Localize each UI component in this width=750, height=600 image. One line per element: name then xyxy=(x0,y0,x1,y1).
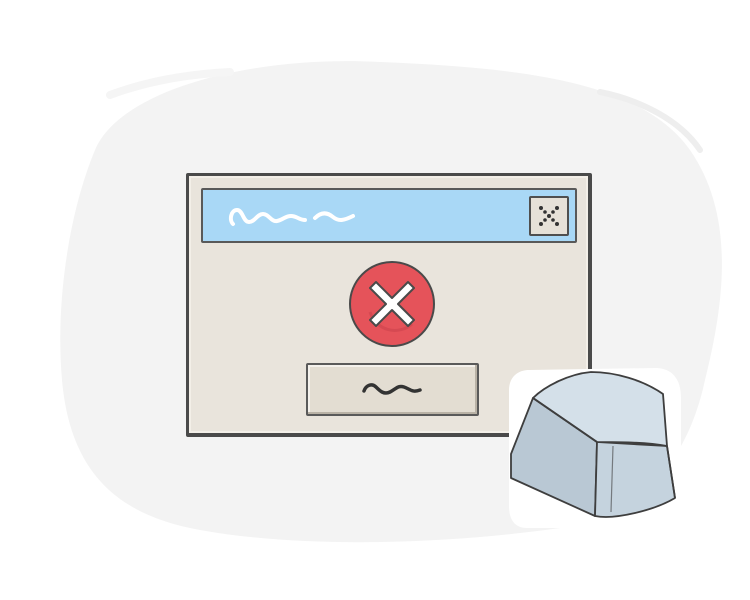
keyboard-key-icon xyxy=(509,368,681,528)
illustration-stage xyxy=(0,0,750,600)
squiggle-icon xyxy=(362,383,422,395)
close-button[interactable] xyxy=(529,196,569,236)
dialog-titlebar xyxy=(201,188,577,243)
title-scribble-icon xyxy=(228,208,355,226)
error-x-circle-icon xyxy=(349,261,435,347)
close-icon xyxy=(539,206,559,226)
dialog-confirm-button[interactable] xyxy=(306,363,479,416)
